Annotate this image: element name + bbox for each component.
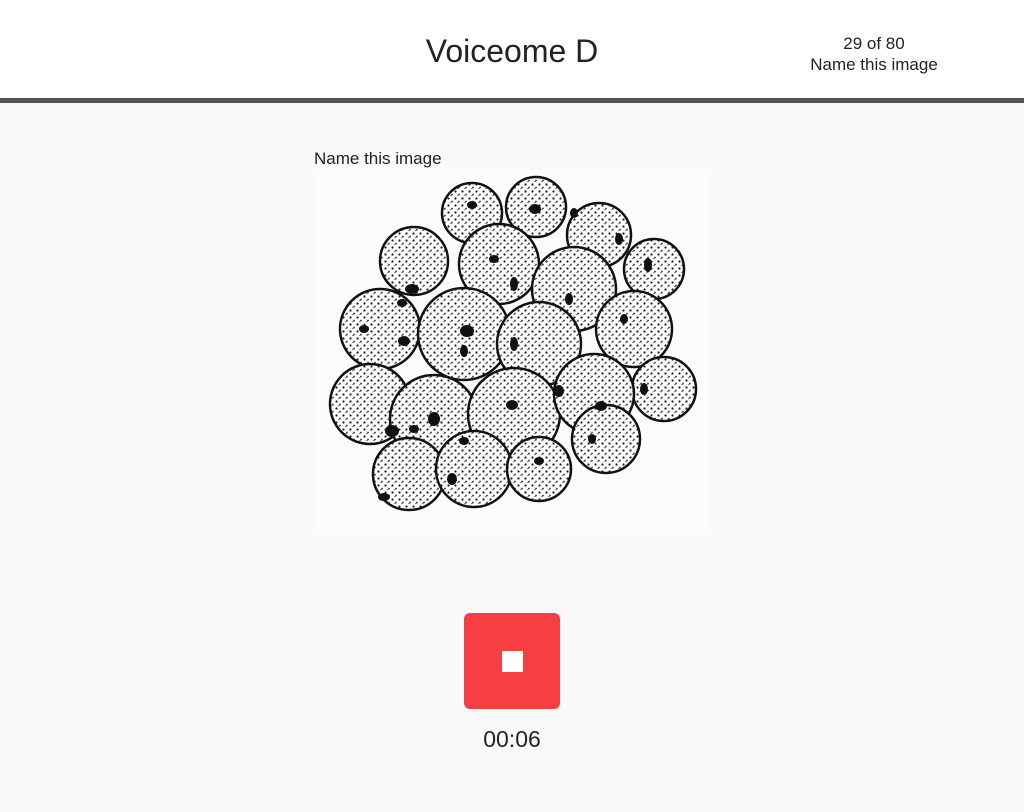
task-progress: 29 of 80 Name this image xyxy=(794,33,954,75)
stop-recording-button[interactable] xyxy=(464,613,560,709)
app-header: Voiceome D 29 of 80 Name this image xyxy=(0,0,1024,103)
prompt-label: Name this image xyxy=(314,149,442,168)
recording-timer: 00:06 xyxy=(483,726,541,752)
coral-sketch-icon xyxy=(328,175,698,512)
stop-icon xyxy=(502,651,523,672)
task-name: Name this image xyxy=(810,55,938,74)
stimulus-image xyxy=(314,169,710,535)
progress-counter: 29 of 80 xyxy=(843,34,905,53)
